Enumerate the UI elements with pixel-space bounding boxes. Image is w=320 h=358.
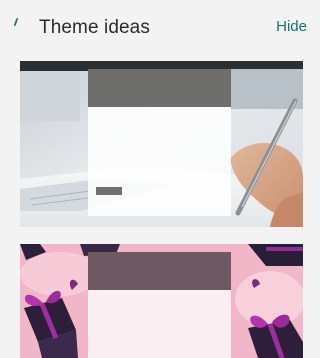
hide-link[interactable]: Hide — [276, 18, 307, 35]
form-preview-title-bar — [88, 69, 231, 107]
panel-edge-mark — [13, 18, 19, 26]
panel-title: Theme ideas — [39, 17, 150, 38]
form-preview-panel — [88, 69, 231, 216]
theme-card-gift-boxes[interactable] — [20, 244, 303, 358]
form-preview-button — [96, 187, 122, 195]
theme-card-writing-desk[interactable] — [20, 61, 303, 227]
theme-ideas-header: Theme ideas Hide — [0, 0, 315, 56]
form-preview-panel — [88, 252, 231, 358]
form-preview-title-bar — [88, 252, 231, 290]
